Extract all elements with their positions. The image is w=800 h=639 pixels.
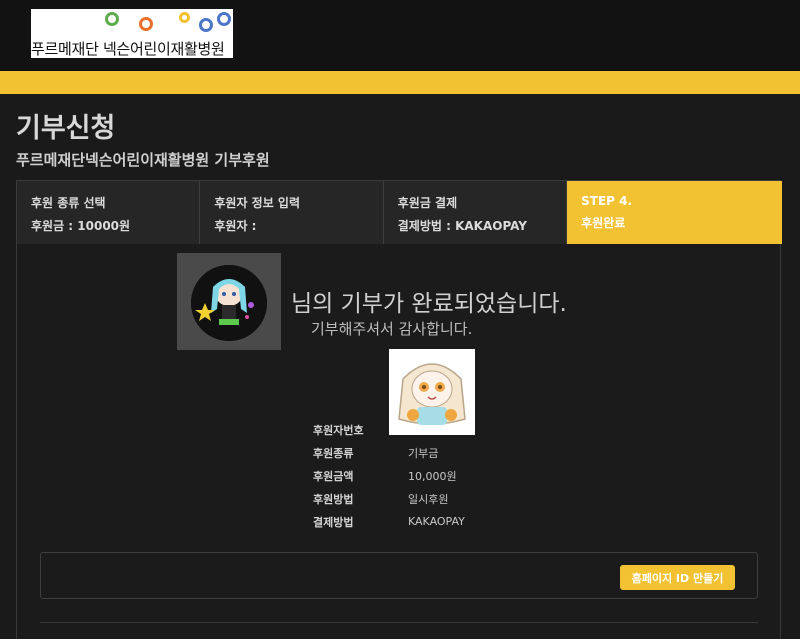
detail-row: 후원종류 기부금 <box>313 441 465 464</box>
detail-label: 결제방법 <box>313 515 354 529</box>
site-logo[interactable]: 푸르메재단 넥슨어린이재활병원 <box>31 9 233 58</box>
detail-row: 후원방법 일시후원 <box>313 487 465 510</box>
detail-value: 기부금 <box>408 446 439 460</box>
create-homepage-id-button[interactable]: 홈페이지 ID 만들기 <box>620 565 735 590</box>
donation-complete-message: 님의 기부가 완료되었습니다. <box>291 291 567 317</box>
detail-value: 일시후원 <box>408 492 449 506</box>
detail-row: 후원금액 10,000원 <box>313 464 465 487</box>
step-value: 후원자 : <box>214 219 257 233</box>
detail-label: 후원종류 <box>313 446 354 460</box>
logo-text: 푸르메재단 넥슨어린이재활병원 <box>31 40 225 58</box>
step-progress: 후원 종류 선택 후원금 : 10000원 후원자 정보 입력 후원자 : 후원… <box>17 181 782 244</box>
step-title: 후원 종류 선택 <box>31 196 106 210</box>
step-1: 후원 종류 선택 후원금 : 10000원 <box>17 181 201 244</box>
logo-ring-yellow-icon <box>179 12 190 23</box>
page-subtitle: 푸르메재단넥슨어린이재활병원 기부후원 <box>16 151 270 169</box>
step-2: 후원자 정보 입력 후원자 : <box>200 181 384 244</box>
step-title: STEP 4. <box>581 194 633 208</box>
accent-bar <box>0 71 800 94</box>
logo-ring-orange-icon <box>139 17 153 31</box>
action-box: 홈페이지 ID 만들기 <box>40 552 758 599</box>
step-3: 후원금 결제 결제방법 : KAKAOPAY <box>383 181 568 244</box>
donor-avatar <box>177 253 281 350</box>
avatar-image <box>191 265 267 341</box>
detail-label: 후원금액 <box>313 469 354 483</box>
detail-value: KAKAOPAY <box>408 515 465 528</box>
detail-value: 10,000원 <box>408 469 457 483</box>
donation-details: 후원자번호 후원종류 기부금 후원금액 10,000원 후원방법 일시후원 결제… <box>313 418 465 533</box>
detail-label: 후원방법 <box>313 492 354 506</box>
step-value: 결제방법 : KAKAOPAY <box>397 219 527 233</box>
logo-ring-green-icon <box>105 12 119 26</box>
step-4-active: STEP 4. 후원완료 <box>567 181 782 244</box>
divider <box>40 622 758 623</box>
detail-label: 후원자번호 <box>313 423 364 437</box>
detail-row: 결제방법 KAKAOPAY <box>313 510 465 533</box>
site-header: 푸르메재단 넥슨어린이재활병원 <box>0 0 800 71</box>
page-title: 기부신청 <box>16 113 116 144</box>
logo-ring-blue-icon <box>217 12 231 26</box>
step-value: 후원완료 <box>581 216 626 230</box>
step-title: 후원자 정보 입력 <box>214 196 301 210</box>
logo-ring-blue-icon <box>199 18 213 32</box>
donation-panel: 후원 종류 선택 후원금 : 10000원 후원자 정보 입력 후원자 : 후원… <box>16 180 782 639</box>
step-title: 후원금 결제 <box>397 196 458 210</box>
thanks-message: 기부해주셔서 감사합니다. <box>311 320 473 338</box>
step-value: 후원금 : 10000원 <box>31 219 131 233</box>
detail-row: 후원자번호 <box>313 418 465 441</box>
